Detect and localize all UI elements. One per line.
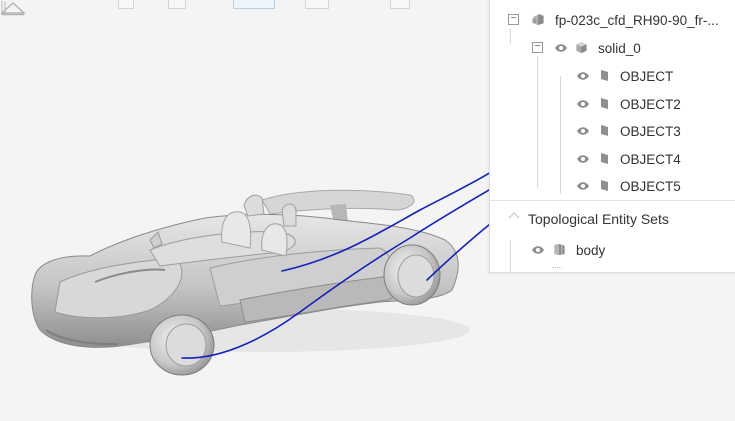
tree-node-object5[interactable]: OBJECT5: [490, 173, 735, 199]
tree-node-object3-label: OBJECT3: [620, 123, 681, 139]
tree-node-file-label: fp-023c_cfd_RH90-90_fr-...: [555, 12, 719, 28]
visibility-eye-icon[interactable]: [554, 43, 568, 53]
tree-node-body-label: body: [576, 242, 606, 258]
face-icon: [601, 180, 608, 191]
assembly-icon: [532, 13, 544, 26]
tree-node-object[interactable]: OBJECT: [490, 63, 735, 89]
topological-entity-sets-header[interactable]: Topological Entity Sets: [490, 200, 735, 237]
face-icon: [601, 98, 608, 109]
model-tree-panel: − fp-023c_cfd_RH90-90_fr-... − solid_0 O…: [489, 0, 735, 273]
front-wheel: [149, 314, 215, 376]
visibility-eye-icon[interactable]: [576, 126, 590, 136]
visibility-eye-icon[interactable]: [531, 245, 545, 255]
expand-up-icon[interactable]: [0, 0, 26, 16]
visibility-eye-icon[interactable]: [576, 154, 590, 164]
tree-node-object4-label: OBJECT4: [620, 151, 681, 167]
face-icon: [601, 153, 608, 164]
tree-node-object3[interactable]: OBJECT3: [490, 118, 735, 144]
tree-node-object2-label: OBJECT2: [620, 96, 681, 112]
next-row-partial: [552, 267, 562, 272]
visibility-eye-icon[interactable]: [576, 181, 590, 191]
collapse-toggle[interactable]: −: [508, 14, 519, 25]
tree-node-solid-label: solid_0: [598, 40, 641, 56]
visibility-eye-icon[interactable]: [576, 71, 590, 81]
chevron-up-icon[interactable]: [508, 211, 520, 219]
tree-node-object-label: OBJECT: [620, 68, 674, 84]
visibility-eye-icon[interactable]: [576, 99, 590, 109]
tree-node-object2[interactable]: OBJECT2: [490, 91, 735, 117]
entity-set-icon: [554, 243, 565, 256]
tree-node-body[interactable]: body: [490, 237, 735, 263]
face-icon: [601, 125, 608, 136]
collapse-toggle[interactable]: −: [532, 42, 543, 53]
face-icon: [601, 70, 608, 81]
tree-node-object4[interactable]: OBJECT4: [490, 146, 735, 172]
tree-node-file[interactable]: − fp-023c_cfd_RH90-90_fr-...: [490, 7, 735, 33]
section-title: Topological Entity Sets: [528, 211, 669, 227]
tree-node-object5-label: OBJECT5: [620, 178, 681, 194]
solid-cube-icon: [576, 41, 587, 54]
tree-node-solid[interactable]: − solid_0: [490, 35, 735, 61]
